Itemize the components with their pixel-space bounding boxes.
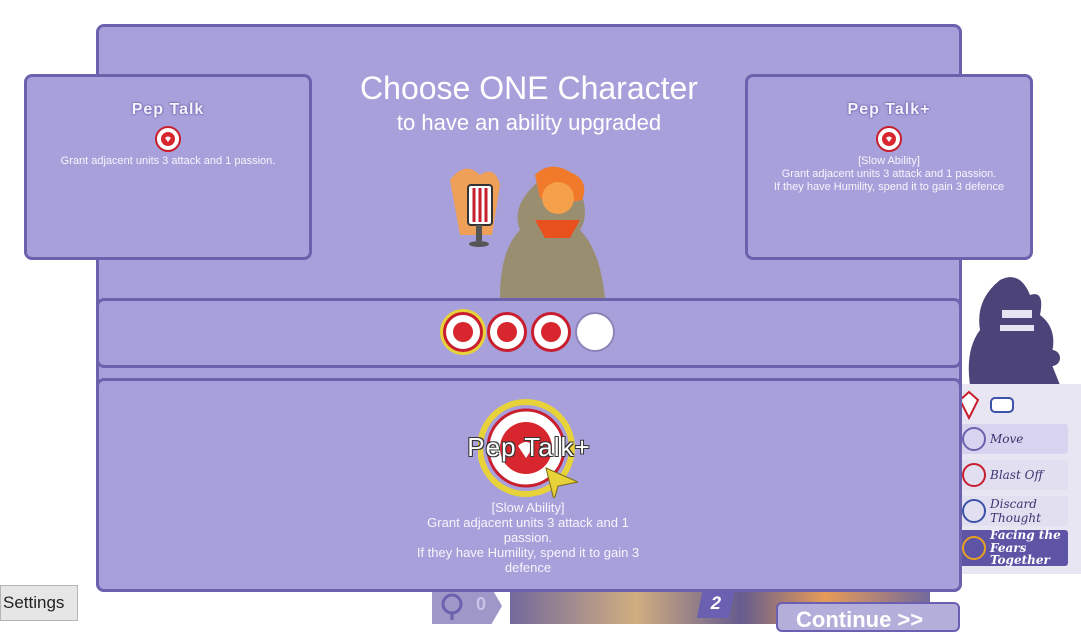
humility-icon	[441, 593, 463, 620]
selected-ability-line2: passion.	[503, 530, 553, 545]
humility-count: 0	[476, 594, 487, 614]
upgraded-ability-line2: If they have Humility, spend it to gain …	[773, 181, 1005, 193]
selected-ability-description: [Slow Ability] Grant adjacent units 3 at…	[410, 500, 646, 575]
action-discard-thought[interactable]: Discard Thought	[958, 496, 1068, 526]
passion-slot-3[interactable]	[531, 312, 571, 352]
boss-character	[968, 277, 1060, 385]
upgraded-ability-line1: Grant adjacent units 3 attack and 1 pass…	[781, 168, 997, 180]
upgraded-ability-name: Pep Talk+	[847, 101, 931, 118]
passion-slots-bar	[96, 298, 962, 368]
passion-slot-2[interactable]	[487, 312, 527, 352]
thought-icon	[962, 499, 986, 523]
special-ability-icon	[962, 536, 986, 560]
defence-stat-icon	[990, 397, 1014, 413]
action-facing-fears[interactable]: Facing the Fears Together	[958, 529, 1068, 567]
character-portrait[interactable]	[440, 160, 620, 298]
current-ability-card: Pep Talk Grant adjacent units 3 attack a…	[24, 74, 312, 260]
selected-ability-name: Pep Talk+	[467, 432, 591, 462]
turn-number: 2	[696, 588, 736, 618]
settings-button[interactable]: Settings	[0, 585, 78, 621]
upgraded-ability-card: Pep Talk+ [Slow Ability] Grant adjacent …	[745, 74, 1033, 260]
upgraded-ability-tag: [Slow Ability]	[858, 155, 920, 167]
selected-ability-tag: [Slow Ability]	[491, 500, 565, 515]
selected-ability-line1: Grant adjacent units 3 attack and 1	[427, 515, 629, 530]
passion-slot-1[interactable]	[443, 312, 483, 352]
selected-ability-line3: If they have Humility, spend it to gain …	[416, 545, 640, 560]
continue-button[interactable]: Continue >>	[776, 602, 960, 632]
passion-heart-icon	[962, 463, 986, 487]
current-ability-name: Pep Talk	[131, 101, 205, 118]
passion-slots	[443, 312, 615, 352]
move-icon	[962, 427, 986, 451]
passion-heart-icon	[155, 126, 181, 152]
passion-heart-icon	[876, 126, 902, 152]
current-ability-description: Grant adjacent units 3 attack and 1 pass…	[60, 155, 276, 167]
selected-ability-line4: defence	[504, 560, 552, 575]
passion-slot-empty[interactable]	[575, 312, 615, 352]
